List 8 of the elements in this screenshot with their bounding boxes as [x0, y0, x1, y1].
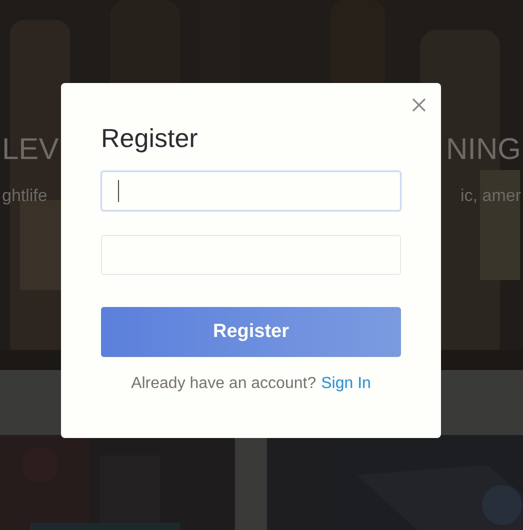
hero-heading: LEV [2, 132, 59, 168]
register-button[interactable]: Register [101, 307, 401, 357]
dialog-title: Register [101, 123, 199, 153]
hero-tagline: ic, amer [460, 186, 521, 206]
account-prompt: Already have an account? [131, 375, 316, 393]
hero-tagline: ghtlife [2, 186, 48, 206]
hero-heading: NING [446, 132, 521, 168]
sign-in-link[interactable]: Sign In [321, 375, 371, 393]
